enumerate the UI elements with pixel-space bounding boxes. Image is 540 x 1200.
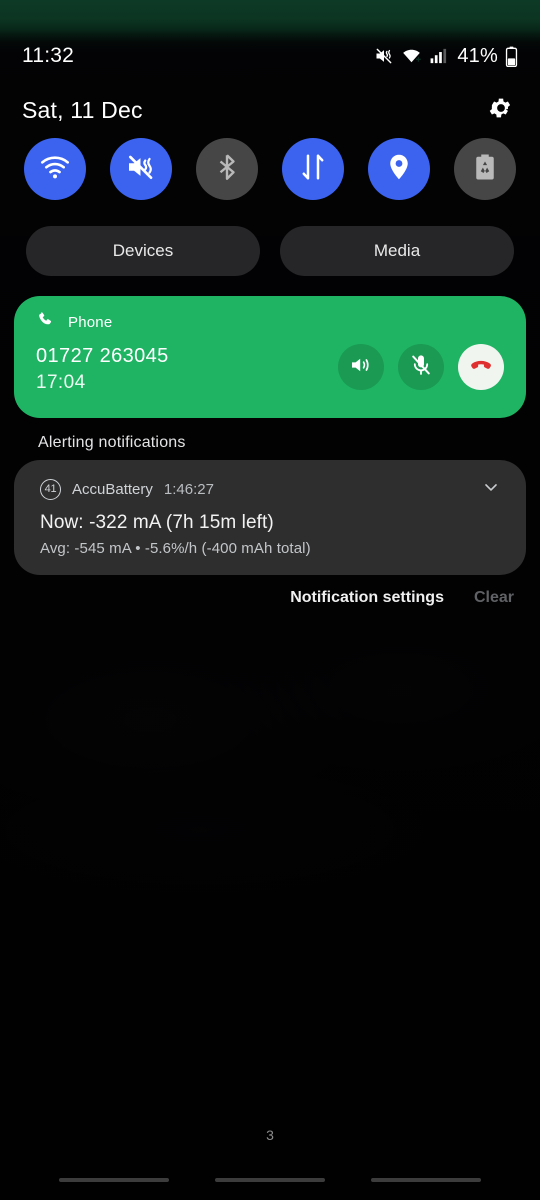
phone-handset-icon — [36, 310, 55, 334]
settings-button[interactable] — [484, 93, 518, 127]
call-action-row — [338, 344, 508, 390]
nav-gesture-handle-left[interactable] — [59, 1178, 169, 1182]
media-button[interactable]: Media — [280, 226, 514, 276]
location-pin-icon — [384, 152, 414, 187]
end-call-button[interactable] — [458, 344, 504, 390]
data-transfer-icon — [298, 152, 328, 187]
call-phone-number: 01727 263045 — [36, 345, 169, 367]
quick-tile-battery-saver[interactable] — [454, 138, 516, 200]
call-notification[interactable]: Phone 01727 263045 17:04 — [14, 296, 526, 418]
call-notification-body: 01727 263045 17:04 — [36, 342, 508, 396]
quick-tile-location[interactable] — [368, 138, 430, 200]
call-duration: 17:04 — [36, 372, 86, 393]
cellular-signal-icon — [429, 46, 448, 66]
shade-footer: Notification settings Clear — [290, 589, 514, 607]
notification-title: Now: -322 mA (7h 15m left) — [40, 512, 274, 533]
gear-icon — [488, 95, 514, 126]
volume-mute-vibrate-icon — [125, 151, 157, 188]
shade-pill-row: Devices Media — [0, 226, 540, 276]
battery-icon — [505, 46, 518, 67]
speaker-button[interactable] — [338, 344, 384, 390]
notification-accubattery[interactable]: 41 AccuBattery 1:46:27 Now: -322 mA (7h … — [14, 460, 526, 575]
battery-saver-icon — [470, 152, 500, 187]
mute-microphone-button[interactable] — [398, 344, 444, 390]
bluetooth-icon — [212, 152, 242, 187]
status-bar-clock: 11:32 — [22, 44, 74, 67]
status-bar-icons: 41% — [374, 45, 518, 68]
battery-percent-label: 41% — [457, 44, 498, 67]
expand-notification-button[interactable] — [478, 478, 504, 500]
chevron-down-icon — [481, 477, 501, 502]
call-notification-appline: Phone — [36, 312, 508, 332]
quick-tile-bluetooth[interactable] — [196, 138, 258, 200]
status-bar: 11:32 41% — [0, 40, 540, 72]
quick-tile-sound-vibrate[interactable] — [110, 138, 172, 200]
home-page-indicator: 3 — [266, 1127, 274, 1143]
accubattery-icon: 41 — [40, 478, 61, 500]
end-call-icon — [468, 352, 494, 383]
date-label: Sat, 11 Dec — [22, 96, 143, 123]
phone-screen: 11:32 41% Sat, 11 Dec Devices Media Phon… — [0, 0, 540, 1200]
call-status-tint — [0, 0, 540, 34]
quick-settings-row — [0, 138, 540, 200]
quick-tile-mobile-data[interactable] — [282, 138, 344, 200]
alerting-notifications-header: Alerting notifications — [38, 434, 186, 451]
devices-button[interactable]: Devices — [26, 226, 260, 276]
call-app-name: Phone — [68, 313, 113, 331]
clear-notifications-button[interactable]: Clear — [474, 589, 514, 607]
nav-gesture-handle-right[interactable] — [371, 1178, 481, 1182]
call-details: 01727 263045 17:04 — [36, 342, 169, 396]
navigation-bar — [0, 1178, 540, 1182]
notification-settings-button[interactable]: Notification settings — [290, 589, 444, 607]
speaker-icon — [349, 353, 373, 382]
nav-gesture-handle-center[interactable] — [215, 1178, 325, 1182]
shade-header: Sat, 11 Dec — [0, 88, 540, 132]
notification-header-row: 41 AccuBattery 1:46:27 — [40, 478, 504, 500]
volume-mute-vibrate-icon — [374, 46, 394, 66]
wifi-icon — [39, 151, 71, 188]
quick-tile-wifi[interactable] — [24, 138, 86, 200]
notification-app-name: AccuBattery — [72, 480, 153, 498]
notification-timestamp: 1:46:27 — [163, 480, 214, 498]
microphone-muted-icon — [409, 353, 433, 382]
notification-subtitle: Avg: -545 mA • -5.6%/h (-400 mAh total) — [40, 540, 311, 557]
wifi-icon — [401, 46, 422, 66]
